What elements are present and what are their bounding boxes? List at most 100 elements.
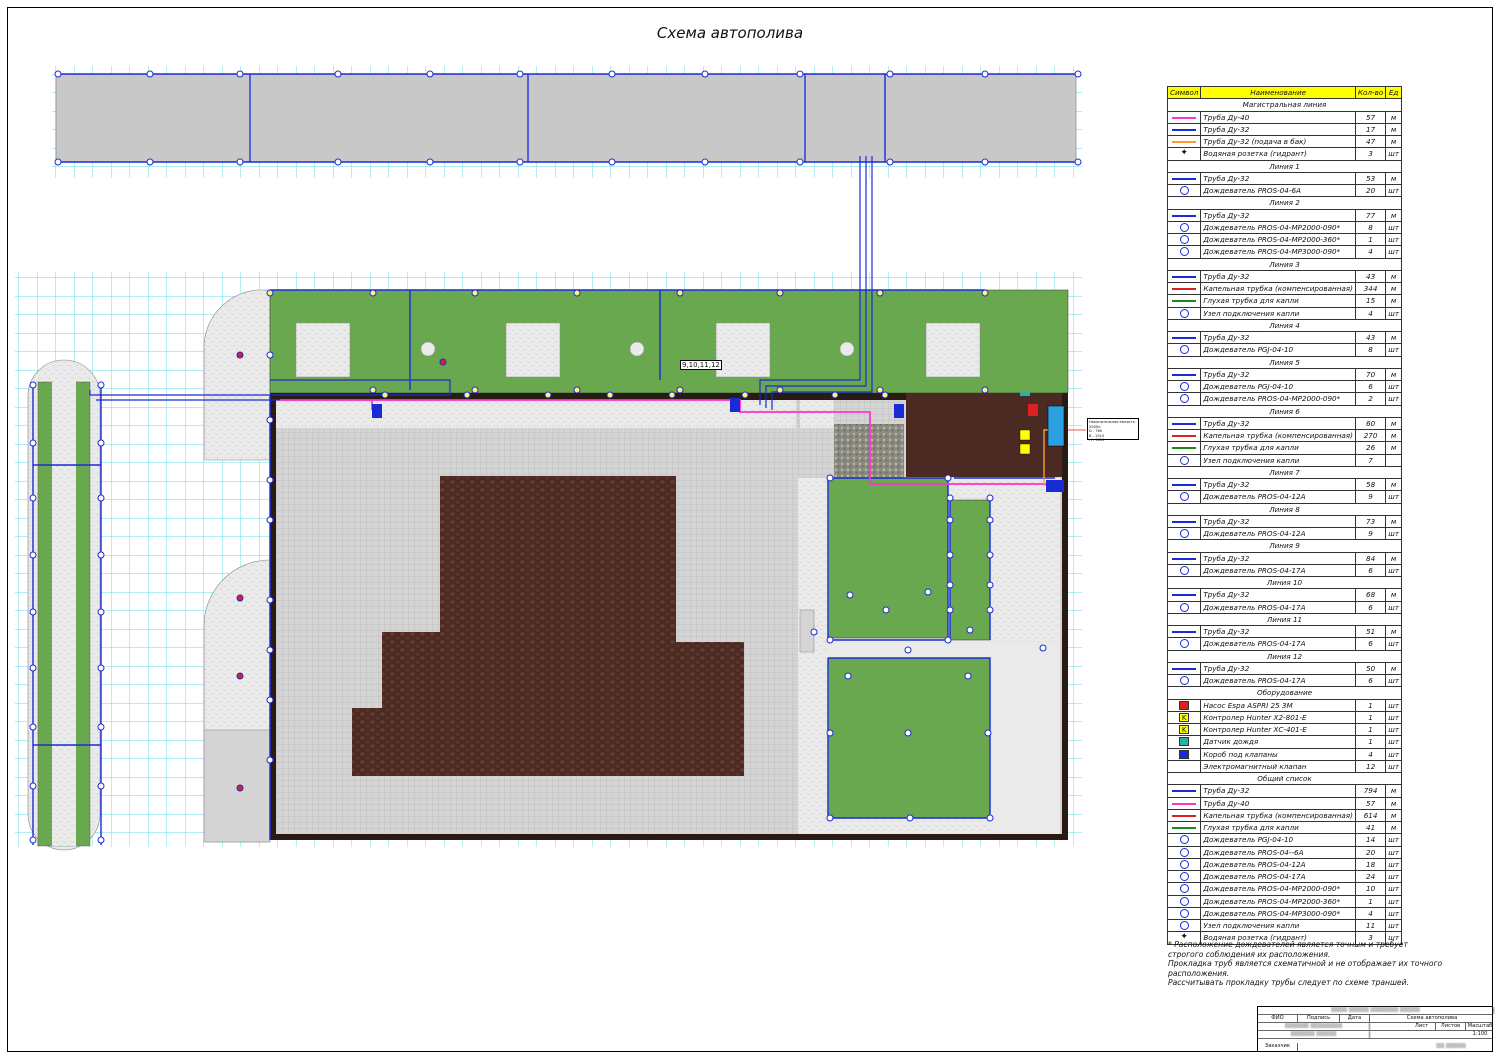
legend-section-row: Линия 12 <box>1166 649 1403 663</box>
sprinkler-head <box>266 416 274 424</box>
legend-row: Труба Ду-32 (подача в бак) 47 м <box>1166 134 1403 149</box>
legend-qty-cell: 70 <box>1354 367 1387 382</box>
legend-row: Труба Ду-40 57 м <box>1166 110 1403 124</box>
legend-name-cell: Дождеватель PROS-04-MP3000-090* <box>1200 245 1356 259</box>
legend-row: Труба Ду-32 43 м <box>1166 269 1403 284</box>
legend-name-cell: Дождеватель PROS-04-MP2000-090* <box>1200 882 1356 896</box>
legend-symbol-cell <box>1166 183 1202 198</box>
legend-symbol-cell <box>1166 441 1202 455</box>
sprinkler-head <box>236 784 244 792</box>
legend-qty-cell: 1 <box>1354 710 1387 725</box>
legend-name-cell: Дождеватель PROS-04--6A <box>1200 845 1356 859</box>
legend-unit-cell: м <box>1385 796 1403 810</box>
sprinkler-head <box>97 381 105 389</box>
legend-unit-cell: шт <box>1385 392 1403 406</box>
legend-qty-cell: 84 <box>1354 551 1387 565</box>
legend-qty-cell: 4 <box>1354 906 1387 921</box>
legend-body: Магистральная линия Труба Ду-40 57 м Труба Д… <box>1166 98 1403 945</box>
sprinkler-head <box>826 729 834 737</box>
legend-qty-cell: 6 <box>1354 637 1387 651</box>
title-block-sheets: Листов <box>1436 1023 1466 1030</box>
legend-unit-cell: шт <box>1385 833 1403 847</box>
legend-unit-cell: шт <box>1385 747 1403 761</box>
legend-name-cell: Короб под клапаны <box>1200 747 1356 761</box>
sprinkler-head <box>881 391 889 399</box>
sprinkler-head <box>608 158 616 166</box>
legend-section-title: Оборудование <box>1166 686 1403 700</box>
legend-unit-cell: шт <box>1385 232 1403 247</box>
legend-table: Символ Наименование Кол-во Ед Магистраль… <box>1166 85 1403 945</box>
legend-row: Труба Ду-32 50 м <box>1166 661 1403 676</box>
pipe-line-icon <box>1172 594 1197 597</box>
legend-unit-cell: шт <box>1385 600 1403 614</box>
legend-qty-cell: 794 <box>1354 784 1387 798</box>
legend-unit-cell: шт <box>1385 183 1403 198</box>
sprinkler-icon <box>1179 235 1189 245</box>
legend-section-title: Линия 12 <box>1166 649 1403 663</box>
sprinkler-icon <box>1179 492 1189 502</box>
legend-section-row: Линия 8 <box>1166 502 1403 516</box>
sprinkler-head <box>97 439 105 447</box>
legend-qty-cell: 1 <box>1354 232 1387 247</box>
sprinkler-head <box>266 351 274 359</box>
legend-unit-cell: шт <box>1385 343 1403 357</box>
legend-symbol-cell <box>1166 208 1202 222</box>
title-block-scale-header: Масштаб <box>1467 1023 1493 1029</box>
legend-row: Датчик дождя 1 шт <box>1166 735 1403 749</box>
legend-unit-cell: м <box>1385 477 1403 492</box>
legend-qty-cell: 344 <box>1354 281 1387 296</box>
legend-name-cell: Водяная розетка (гидрант) <box>1200 147 1356 161</box>
legend-unit-cell: шт <box>1385 918 1403 933</box>
pipe-line-icon <box>1172 435 1197 438</box>
legend-row: Дождеватель PROS-04-MP2000-090* 10 шт <box>1166 882 1403 896</box>
sprinkler-head <box>986 494 994 502</box>
legend-symbol-cell <box>1166 110 1202 124</box>
legend-header-qty: Кол-во <box>1354 85 1387 100</box>
legend-unit-cell: шт <box>1385 906 1403 921</box>
legend-section-row: Линия 11 <box>1166 612 1403 627</box>
legend-name-cell: Дождеватель PGJ-04-10 <box>1200 833 1356 847</box>
legend-symbol-cell <box>1166 306 1202 320</box>
sprinkler-head <box>984 729 992 737</box>
pipe-line-icon <box>1172 116 1197 119</box>
legend-name-cell: Дождеватель PROS-04-MP3000-090* <box>1200 906 1356 921</box>
legend-qty-cell: 11 <box>1354 918 1387 933</box>
legend-unit-cell: шт <box>1385 220 1403 235</box>
legend-qty-cell: 4 <box>1354 245 1387 259</box>
legend-name-cell: Капельная трубка (компенсированная) <box>1200 808 1356 823</box>
legend-symbol-cell: K <box>1166 710 1202 725</box>
legend-symbol-cell <box>1166 122 1202 137</box>
legend-section-title: Линия 9 <box>1166 539 1403 553</box>
legend-symbol-cell <box>1166 379 1202 394</box>
legend-section-title: Линия 3 <box>1166 257 1403 271</box>
legend-unit-cell <box>1385 453 1403 467</box>
sprinkler-head <box>946 516 954 524</box>
legend-row: Дождеватель PROS-04-12A 9 шт <box>1166 526 1403 541</box>
legend-unit-cell: шт <box>1385 490 1403 504</box>
equipment-icon <box>1179 737 1190 747</box>
legend-unit-cell: шт <box>1385 710 1403 725</box>
legend-unit-cell: м <box>1385 122 1403 137</box>
sprinkler-head <box>676 386 684 394</box>
legend-qty-cell: 1 <box>1354 735 1387 749</box>
legend-row: Труба Ду-32 73 м <box>1166 514 1403 529</box>
sprinkler-head <box>906 814 914 822</box>
pipe-line-icon <box>1172 214 1197 217</box>
legend-name-cell: Дождеватель PGJ-04-10 <box>1200 343 1356 357</box>
legend-unit-cell: шт <box>1385 379 1403 394</box>
pipe-line-icon <box>1172 667 1197 670</box>
sprinkler-head <box>236 70 244 78</box>
legend-unit-cell: м <box>1385 784 1403 798</box>
sprinkler-head <box>266 646 274 654</box>
legend-symbol-cell <box>1166 269 1202 284</box>
legend-unit-cell: шт <box>1385 563 1403 578</box>
legend-row: Капельная трубка (компенсированная) 270 м <box>1166 428 1403 443</box>
legend-header-name: Наименование <box>1200 85 1356 100</box>
sprinkler-icon <box>1179 676 1189 686</box>
title-block-sheet: Лист <box>1408 1023 1436 1030</box>
pipe-line-icon <box>1172 141 1197 144</box>
sprinkler-head <box>29 551 37 559</box>
legend-symbol-cell <box>1166 661 1202 676</box>
legend-symbol-cell <box>1166 735 1202 749</box>
legend-qty-cell: 20 <box>1354 845 1387 859</box>
